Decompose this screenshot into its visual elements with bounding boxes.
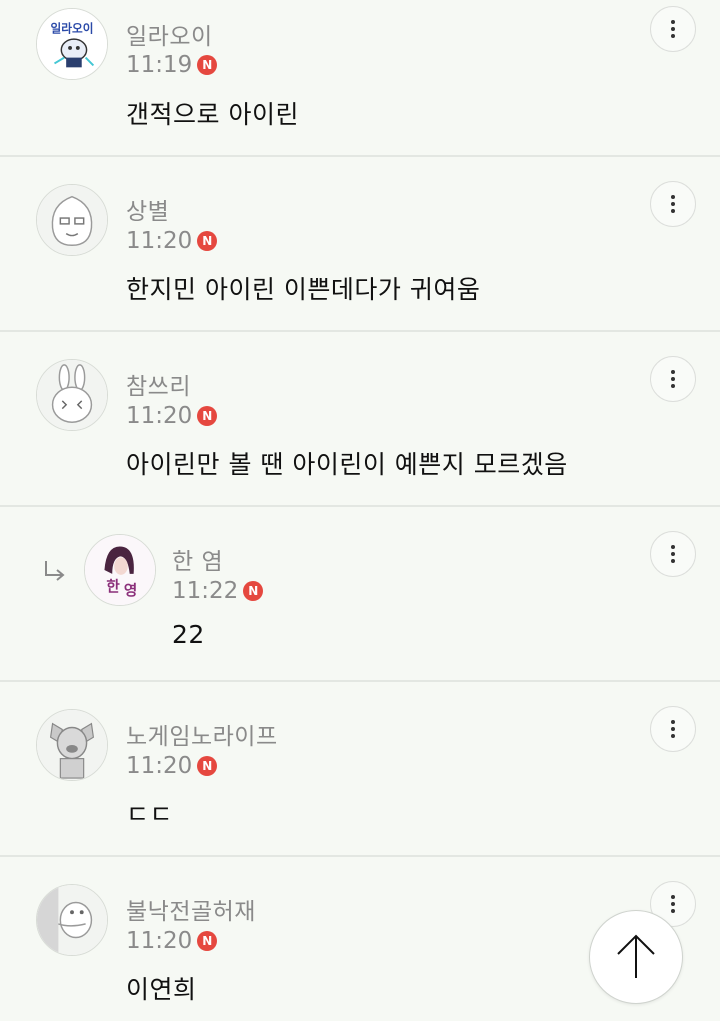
new-badge: N bbox=[197, 406, 218, 426]
vertical-ellipsis-icon bbox=[671, 27, 675, 31]
arrow-up-icon bbox=[617, 934, 655, 978]
peach-face-avatar-icon[interactable] bbox=[36, 184, 108, 256]
vertical-ellipsis-icon bbox=[671, 902, 675, 906]
svg-text:한: 한 bbox=[106, 578, 120, 595]
comment-time: 11:22 bbox=[172, 578, 239, 604]
vertical-ellipsis-icon bbox=[671, 552, 675, 556]
comment-item: 상별 11:20 N 한지민 아이린 이쁜데다가 귀여움 bbox=[0, 157, 720, 332]
reply-comment-item: 한 영 한 염 11:22 N 22 bbox=[0, 507, 720, 682]
comment-time: 11:19 bbox=[126, 52, 193, 78]
new-badge: N bbox=[243, 581, 264, 601]
comment-item: 참쓰리 11:20 N 아이린만 볼 땐 아이린이 예쁜지 모르겠음 bbox=[0, 332, 720, 507]
comment-item: 노게임노라이프 11:20 N ㄷㄷ bbox=[0, 682, 720, 857]
comment-author[interactable]: 불낙전골허재 bbox=[126, 892, 256, 926]
more-options-button[interactable] bbox=[650, 706, 696, 752]
comment-meta: 11:20 N bbox=[126, 928, 218, 954]
scroll-to-top-button[interactable] bbox=[589, 910, 683, 1004]
sticker-avatar-icon[interactable]: 일라오이 bbox=[36, 8, 108, 80]
vertical-ellipsis-icon bbox=[671, 545, 675, 549]
more-options-button[interactable] bbox=[650, 356, 696, 402]
comment-text: 22 bbox=[172, 620, 205, 649]
vertical-ellipsis-icon bbox=[671, 195, 675, 199]
comment-meta: 11:20 N bbox=[126, 403, 218, 429]
vertical-ellipsis-icon bbox=[671, 895, 675, 899]
new-badge: N bbox=[197, 231, 218, 251]
vertical-ellipsis-icon bbox=[671, 909, 675, 913]
vertical-ellipsis-icon bbox=[671, 559, 675, 563]
reply-arrow-icon bbox=[45, 561, 65, 581]
new-badge: N bbox=[197, 931, 218, 951]
comment-item: 일라오이 일라오이 11:19 N 갠적으로 아이린 bbox=[0, 0, 720, 157]
svg-text:일라오이: 일라오이 bbox=[51, 21, 94, 35]
new-badge: N bbox=[197, 55, 218, 75]
vertical-ellipsis-icon bbox=[671, 209, 675, 213]
comment-text: 아이린만 볼 땐 아이린이 예쁜지 모르겠음 bbox=[126, 450, 568, 479]
vertical-ellipsis-icon bbox=[671, 384, 675, 388]
rabbit-avatar-icon[interactable] bbox=[36, 359, 108, 431]
comment-author[interactable]: 상별 bbox=[126, 192, 169, 226]
comment-author[interactable]: 일라오이 bbox=[126, 17, 213, 51]
comment-meta: 11:19 N bbox=[126, 52, 218, 78]
comment-list: 일라오이 일라오이 11:19 N 갠적으로 아이린 상별 11:20 N 한지… bbox=[0, 0, 720, 1017]
comment-meta: 11:20 N bbox=[126, 753, 218, 779]
vertical-ellipsis-icon bbox=[671, 727, 675, 731]
dog-avatar-icon[interactable] bbox=[36, 709, 108, 781]
vertical-ellipsis-icon bbox=[671, 720, 675, 724]
more-options-button[interactable] bbox=[650, 181, 696, 227]
new-badge: N bbox=[197, 756, 218, 776]
comment-text: ㄷㄷ bbox=[126, 800, 174, 829]
peeking-character-avatar-icon[interactable] bbox=[36, 884, 108, 956]
vertical-ellipsis-icon bbox=[671, 377, 675, 381]
comment-time: 11:20 bbox=[126, 753, 193, 779]
comment-author[interactable]: 참쓰리 bbox=[126, 367, 191, 401]
comment-meta: 11:22 N bbox=[172, 578, 264, 604]
vertical-ellipsis-icon bbox=[671, 202, 675, 206]
comment-text: 한지민 아이린 이쁜데다가 귀여움 bbox=[126, 275, 481, 304]
comment-meta: 11:20 N bbox=[126, 228, 218, 254]
comment-time: 11:20 bbox=[126, 228, 193, 254]
vertical-ellipsis-icon bbox=[671, 734, 675, 738]
more-options-button[interactable] bbox=[650, 6, 696, 52]
svg-text:영: 영 bbox=[124, 581, 137, 599]
comment-author[interactable]: 한 염 bbox=[172, 542, 223, 576]
comment-author[interactable]: 노게임노라이프 bbox=[126, 717, 278, 751]
vertical-ellipsis-icon bbox=[671, 370, 675, 374]
vertical-ellipsis-icon bbox=[671, 34, 675, 38]
comment-text: 갠적으로 아이린 bbox=[126, 100, 299, 129]
more-options-button[interactable] bbox=[650, 531, 696, 577]
photo-avatar-icon[interactable]: 한 영 bbox=[84, 534, 156, 606]
vertical-ellipsis-icon bbox=[671, 20, 675, 24]
comment-text: 이연희 bbox=[126, 975, 197, 1004]
comment-time: 11:20 bbox=[126, 928, 193, 954]
comment-time: 11:20 bbox=[126, 403, 193, 429]
